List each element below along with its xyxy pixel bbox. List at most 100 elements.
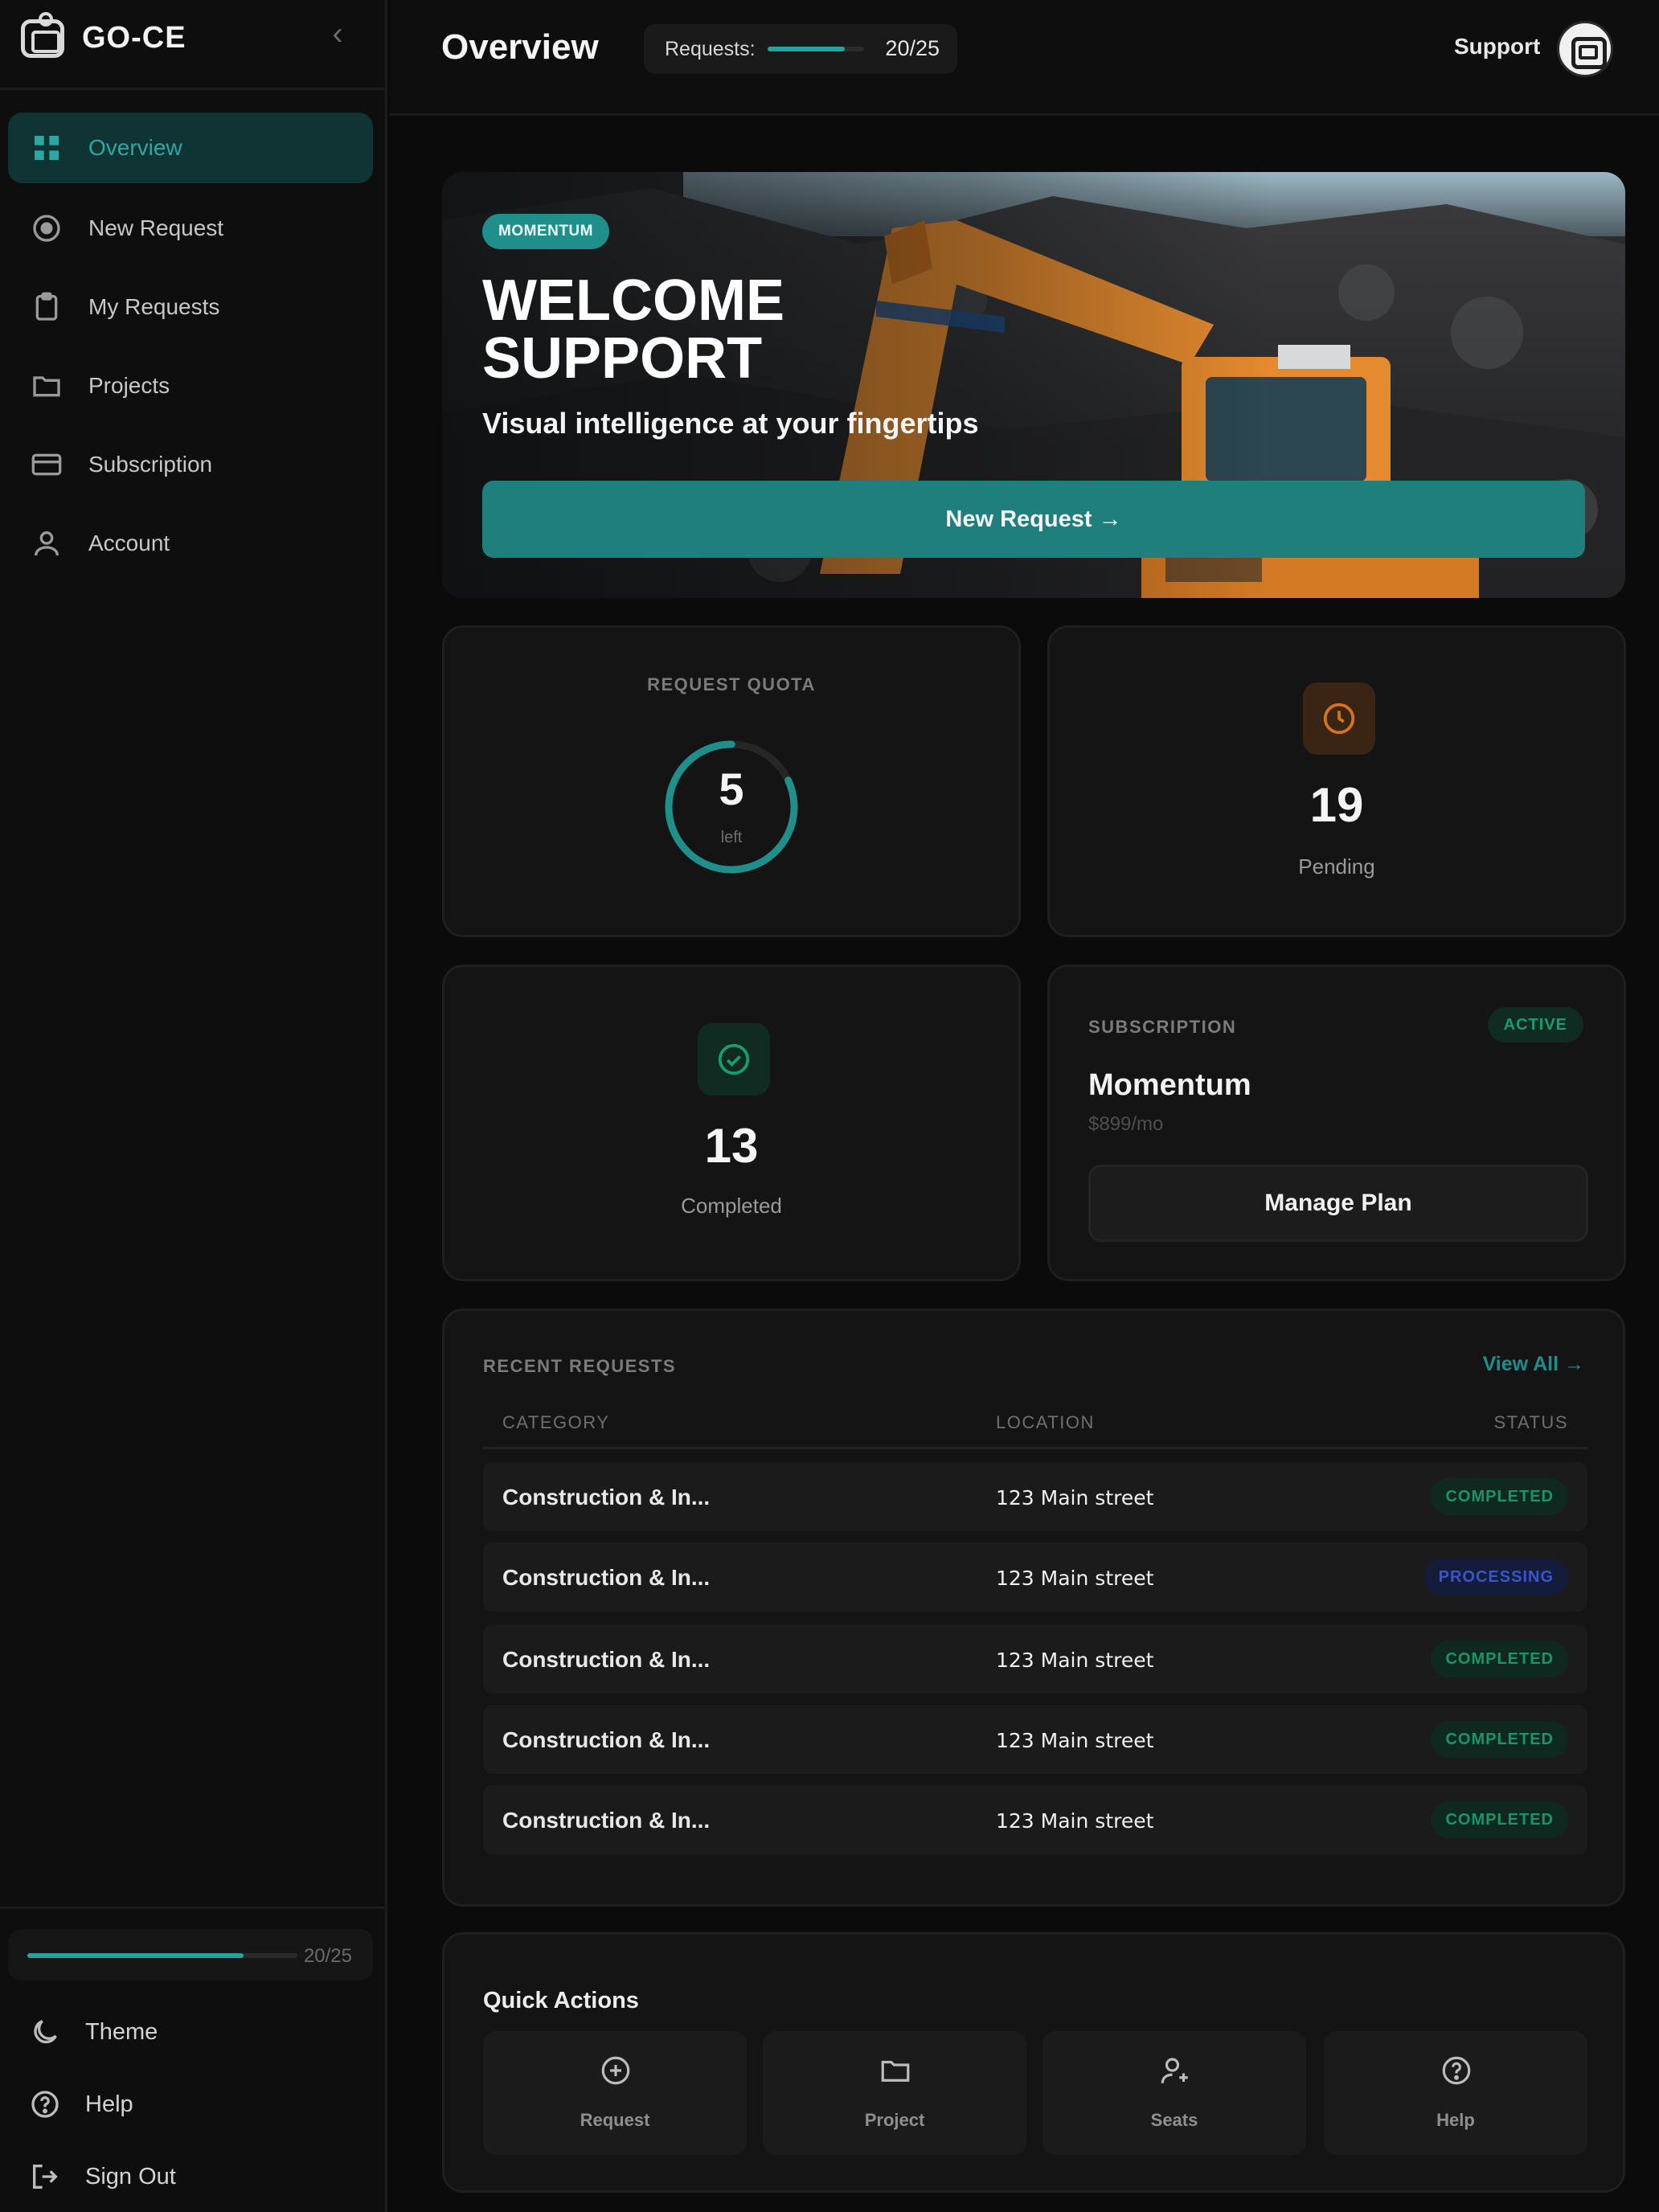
- status-badge: COMPLETED: [1431, 1801, 1568, 1838]
- quota-progress-fill: [27, 1953, 244, 1958]
- row-category: Construction & In...: [502, 1808, 711, 1833]
- manage-plan-button[interactable]: Manage Plan: [1088, 1165, 1588, 1242]
- row-location: 123 Main street: [996, 1649, 1154, 1672]
- plan-price: $899/mo: [1088, 1113, 1164, 1135]
- column-header-location: LOCATION: [996, 1412, 1095, 1432]
- row-location: 123 Main street: [996, 1486, 1154, 1509]
- quota-progress-bar: [27, 1953, 297, 1958]
- status-badge: PROCESSING: [1423, 1559, 1568, 1596]
- requests-usage-pill: Requests: 20/25: [644, 24, 957, 74]
- quick-actions-title: Quick Actions: [483, 1988, 639, 2013]
- pending-count: 19: [1309, 778, 1364, 832]
- sign-out-icon: [29, 2161, 61, 2193]
- hero-subtitle: Visual intelligence at your fingertips: [482, 407, 979, 440]
- new-request-button[interactable]: New Request →: [482, 481, 1585, 558]
- check-circle-icon: [718, 1043, 750, 1075]
- user-plus-icon: [1161, 2058, 1188, 2083]
- sidebar-item-overview[interactable]: Overview: [8, 113, 373, 183]
- grid-icon: [31, 132, 63, 164]
- completed-count: 13: [704, 1119, 759, 1173]
- brand: GO-CE ‹: [0, 0, 387, 90]
- status-badge: ACTIVE: [1487, 1007, 1583, 1043]
- table-header: CATEGORY LOCATION STATUS: [483, 1404, 1587, 1449]
- sign-out-label: Sign Out: [85, 2163, 176, 2189]
- table-row[interactable]: Construction & In... 123 Main street COM…: [483, 1705, 1587, 1774]
- status-badge: COMPLETED: [1431, 1641, 1568, 1677]
- sidebar-item-label: Overview: [88, 135, 182, 160]
- sidebar-item-account[interactable]: Account: [8, 508, 373, 579]
- support-link[interactable]: Support: [1454, 34, 1540, 59]
- column-header-status: STATUS: [1493, 1412, 1568, 1432]
- sidebar-item-label: New Request: [88, 215, 224, 240]
- recent-requests-card: RECENT REQUESTS View All → CATEGORY LOCA…: [442, 1309, 1625, 1907]
- table-row[interactable]: Construction & In... 123 Main street COM…: [483, 1785, 1587, 1854]
- pending-card: 19 Pending: [1047, 625, 1626, 937]
- subscription-card: SUBSCRIPTION ACTIVE Momentum $899/mo Man…: [1047, 965, 1626, 1281]
- completed-icon-box: [698, 1023, 770, 1096]
- quick-action-label: Help: [1436, 2110, 1475, 2130]
- status-badge: COMPLETED: [1431, 1721, 1568, 1758]
- theme-label: Theme: [85, 2018, 158, 2045]
- help-circle-icon: [1442, 2056, 1471, 2085]
- card-caption: SUBSCRIPTION: [1088, 1017, 1237, 1037]
- plan-badge: MOMENTUM: [482, 214, 609, 249]
- sidebar-item-label: Subscription: [88, 452, 213, 477]
- help-label: Help: [85, 2091, 133, 2117]
- help-link[interactable]: Help: [29, 2082, 133, 2127]
- requests-count: 20/25: [885, 36, 940, 60]
- recent-requests-title: RECENT REQUESTS: [483, 1356, 677, 1376]
- page-title: Overview: [441, 27, 599, 67]
- welcome-hero: . MOMENTUM WELCOME SUPPORT Visual intell…: [442, 172, 1625, 598]
- robot-logo-icon: [21, 12, 64, 58]
- sidebar-item-projects[interactable]: Projects: [8, 350, 373, 421]
- row-location: 123 Main street: [996, 1567, 1154, 1590]
- sidebar-item-new-request[interactable]: New Request: [8, 193, 373, 264]
- quick-action-seats[interactable]: Seats: [1043, 2031, 1306, 2155]
- quick-action-request[interactable]: Request: [483, 2031, 747, 2155]
- quick-action-help[interactable]: Help: [1324, 2031, 1587, 2155]
- hero-title: WELCOME SUPPORT: [482, 272, 932, 387]
- completed-card: 13 Completed: [442, 965, 1021, 1281]
- moon-icon: [29, 2016, 61, 2048]
- quick-action-project[interactable]: Project: [763, 2031, 1026, 2155]
- plus-circle-icon: [601, 2056, 630, 2085]
- table-row[interactable]: Construction & In... 123 Main street PRO…: [483, 1542, 1587, 1612]
- row-location: 123 Main street: [996, 1729, 1154, 1752]
- view-all-link[interactable]: View All →: [1483, 1353, 1584, 1376]
- avatar[interactable]: [1557, 21, 1613, 77]
- requests-progress-fill: [768, 47, 845, 51]
- theme-toggle[interactable]: Theme: [29, 2009, 158, 2054]
- quota-count: 20/25: [303, 1945, 352, 1967]
- row-category: Construction & In...: [502, 1485, 711, 1509]
- sidebar-item-label: Account: [88, 530, 170, 555]
- table-row[interactable]: Construction & In... 123 Main street COM…: [483, 1462, 1587, 1531]
- completed-label: Completed: [681, 1194, 782, 1218]
- quick-action-label: Request: [580, 2110, 650, 2130]
- table-row[interactable]: Construction & In... 123 Main street COM…: [483, 1624, 1587, 1694]
- sidebar-item-label: My Requests: [88, 294, 220, 319]
- request-quota-card: REQUEST QUOTA 5 left: [442, 625, 1021, 937]
- collapse-sidebar-button[interactable]: ‹: [323, 18, 352, 50]
- hero-title-line-2: SUPPORT: [482, 326, 763, 391]
- sidebar: GO-CE ‹ Overview New Request My Requests: [0, 0, 387, 2212]
- plus-circle-icon: [31, 212, 63, 244]
- quota-remaining: 5: [719, 764, 744, 814]
- card-caption: REQUEST QUOTA: [647, 674, 816, 694]
- plan-name: Momentum: [1088, 1068, 1251, 1102]
- row-category: Construction & In...: [502, 1565, 711, 1590]
- sidebar-quota: 20/25: [8, 1929, 373, 1981]
- sidebar-item-my-requests[interactable]: My Requests: [8, 272, 373, 342]
- quick-actions-card: Quick Actions Request Project Seats Help: [442, 1932, 1625, 2193]
- user-icon: [31, 527, 63, 559]
- requests-label: Requests:: [665, 38, 756, 60]
- row-category: Construction & In...: [502, 1647, 711, 1672]
- quick-action-label: Seats: [1150, 2110, 1198, 2130]
- sign-out-button[interactable]: Sign Out: [29, 2154, 176, 2199]
- column-header-category: CATEGORY: [502, 1412, 610, 1432]
- help-circle-icon: [29, 2088, 61, 2120]
- quick-action-label: Project: [864, 2110, 925, 2130]
- sidebar-item-label: Projects: [88, 373, 170, 398]
- clock-icon: [1323, 703, 1355, 735]
- sidebar-item-subscription[interactable]: Subscription: [8, 429, 373, 500]
- requests-progress-bar: [768, 47, 864, 51]
